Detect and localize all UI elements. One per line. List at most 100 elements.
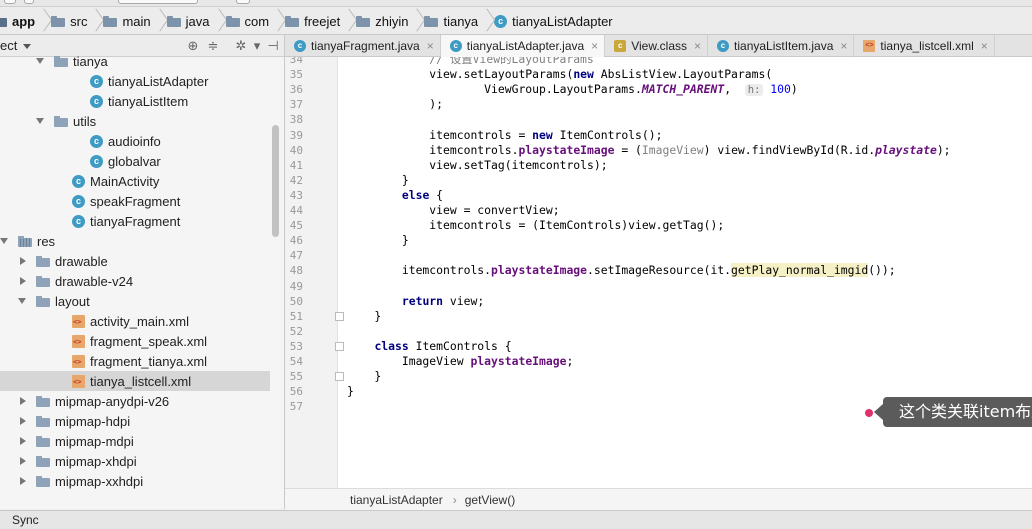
tree-item[interactable]: c globalvar	[0, 151, 270, 171]
code-line[interactable]: itemcontrols = (ItemControls)view.getTag…	[347, 218, 724, 233]
editor-breadcrumb-class[interactable]: tianyaListAdapter	[350, 493, 443, 507]
tree-item[interactable]: mipmap-mdpi	[0, 431, 270, 451]
tree-item[interactable]: mipmap-xhdpi	[0, 451, 270, 471]
tree-item[interactable]: c MainActivity	[0, 171, 270, 191]
code-line[interactable]: }	[347, 233, 409, 248]
code-line[interactable]: ImageView playstateImage;	[347, 354, 573, 369]
resource-folder-icon	[18, 235, 32, 247]
chevron-right-icon[interactable]	[18, 456, 28, 466]
code-line[interactable]: itemcontrols.playstateImage.setImageReso…	[347, 263, 896, 278]
breadcrumb-item[interactable]: c tianyaListAdapter	[491, 8, 616, 35]
tree-item[interactable]: tianya_listcell.xml	[0, 371, 270, 391]
close-icon[interactable]: ×	[427, 39, 434, 53]
toolbar-button-fragment[interactable]	[4, 0, 16, 4]
tree-item[interactable]: mipmap-anydpi-v26	[0, 391, 270, 411]
code-line[interactable]: }	[347, 369, 381, 384]
tree-scrollbar[interactable]	[272, 125, 279, 237]
close-icon[interactable]: ×	[591, 39, 598, 53]
code-line[interactable]: view = convertView;	[347, 203, 559, 218]
navigation-breadcrumb: app src main java com freejet zhiyin tianya c tia…	[0, 8, 1032, 35]
tree-item-label: res	[37, 233, 56, 249]
close-icon[interactable]: ×	[840, 39, 847, 53]
editor-breadcrumb-method[interactable]: getView()	[465, 493, 515, 507]
code-line[interactable]: return view;	[347, 294, 484, 309]
editor-tab-label: tianyaListItem.java	[734, 39, 834, 53]
toolbar-button-fragment[interactable]	[24, 0, 34, 4]
chevron-down-icon[interactable]	[18, 296, 28, 306]
chevron-right-icon: ›	[452, 492, 457, 507]
code-fold-icon[interactable]	[335, 341, 344, 351]
editor-tab[interactable]: <> tianya_listcell.xml ×	[854, 35, 995, 57]
close-icon[interactable]: ×	[981, 39, 988, 53]
breadcrumb-item[interactable]: zhiyin	[353, 8, 412, 35]
breadcrumb-label: java	[185, 13, 210, 29]
folder-icon	[36, 455, 50, 467]
toolbar-button-fragment[interactable]	[236, 0, 250, 4]
breadcrumb-item[interactable]: src	[48, 8, 91, 35]
editor-tab[interactable]: c tianyaFragment.java ×	[285, 35, 441, 57]
tree-item[interactable]: mipmap-xxhdpi	[0, 471, 270, 491]
tree-item[interactable]: fragment_tianya.xml	[0, 351, 270, 371]
editor-tab[interactable]: c tianyaListItem.java ×	[708, 35, 855, 57]
code-line[interactable]: // 设置View的LayoutParams	[347, 57, 593, 67]
tree-item[interactable]: c audioinfo	[0, 131, 270, 151]
tree-item[interactable]: activity_main.xml	[0, 311, 270, 331]
tree-item[interactable]: c tianyaFragment	[0, 211, 270, 231]
tree-item[interactable]: layout	[0, 291, 270, 311]
chevron-right-icon[interactable]	[18, 436, 28, 446]
chevron-down-icon[interactable]	[0, 236, 10, 246]
chevron-down-icon[interactable]	[36, 56, 46, 66]
code-line[interactable]: else {	[347, 188, 443, 203]
line-number: 42	[289, 173, 303, 187]
code-line[interactable]: ViewGroup.LayoutParams.MATCH_PARENT, h: …	[347, 82, 798, 98]
line-number: 50	[289, 294, 303, 308]
code-line[interactable]: itemcontrols = new ItemControls();	[347, 128, 662, 143]
code-line[interactable]: }	[347, 384, 354, 399]
code-line[interactable]: }	[347, 173, 409, 188]
tree-item[interactable]: res	[0, 231, 270, 251]
code-line[interactable]: }	[347, 309, 381, 324]
tree-item[interactable]: c speakFragment	[0, 191, 270, 211]
chevron-right-icon[interactable]	[18, 476, 28, 486]
xml-file-icon	[72, 374, 85, 388]
breadcrumb-item[interactable]: app	[0, 8, 39, 35]
tree-item[interactable]: drawable-v24	[0, 271, 270, 291]
run-config-dropdown[interactable]	[118, 0, 198, 4]
code-editor[interactable]: 34 35 36 37 38 39 40 41 42 43 44 45 46 47 48 49 50 51 52 53…	[285, 57, 1032, 488]
code-line[interactable]: );	[347, 97, 443, 112]
chevron-right-icon[interactable]	[18, 416, 28, 426]
code-line[interactable]: itemcontrols.playstateImage = (ImageView…	[347, 143, 950, 158]
chevron-down-icon[interactable]	[23, 44, 31, 49]
breadcrumb-item[interactable]: tianya	[421, 8, 482, 35]
tree-item[interactable]: fragment_speak.xml	[0, 331, 270, 351]
tree-item[interactable]: tianya	[0, 51, 270, 71]
folder-icon	[36, 435, 50, 447]
code-line[interactable]: class ItemControls {	[347, 339, 511, 354]
editor-tab[interactable]: c tianyaListAdapter.java ×	[440, 35, 606, 57]
code-fold-icon[interactable]	[335, 311, 344, 321]
close-icon[interactable]: ×	[694, 39, 701, 53]
tree-item[interactable]: c tianyaListAdapter	[0, 71, 270, 91]
code-fold-icon[interactable]	[335, 372, 344, 382]
breadcrumb-item[interactable]: main	[100, 8, 154, 35]
chevron-down-icon[interactable]	[36, 116, 46, 126]
tree-item[interactable]: drawable	[0, 251, 270, 271]
chevron-right-icon[interactable]	[18, 256, 28, 266]
breadcrumb-item[interactable]: freejet	[282, 8, 344, 35]
code-line[interactable]: view.setTag(itemcontrols);	[347, 158, 607, 173]
breadcrumb-item[interactable]: java	[164, 8, 214, 35]
tree-item[interactable]: c tianyaListItem	[0, 91, 270, 111]
line-number-gutter: 34 35 36 37 38 39 40 41 42 43 44 45 46 47 48 49 50 51 52 53…	[285, 57, 338, 488]
line-number: 48	[289, 264, 303, 278]
chevron-right-icon[interactable]	[18, 276, 28, 286]
tree-item[interactable]: utils	[0, 111, 270, 131]
chevron-right-icon[interactable]	[18, 396, 28, 406]
editor-tab[interactable]: c View.class ×	[605, 35, 709, 57]
class-icon: c	[449, 40, 462, 52]
tree-item-label: fragment_tianya.xml	[90, 353, 208, 369]
tree-item[interactable]: mipmap-hdpi	[0, 411, 270, 431]
tree-item-label: mipmap-anydpi-v26	[55, 393, 170, 409]
code-line[interactable]: view.setLayoutParams(new AbsListView.Lay…	[347, 67, 772, 82]
breadcrumb-item[interactable]: com	[223, 8, 274, 35]
class-icon: c	[294, 40, 306, 52]
